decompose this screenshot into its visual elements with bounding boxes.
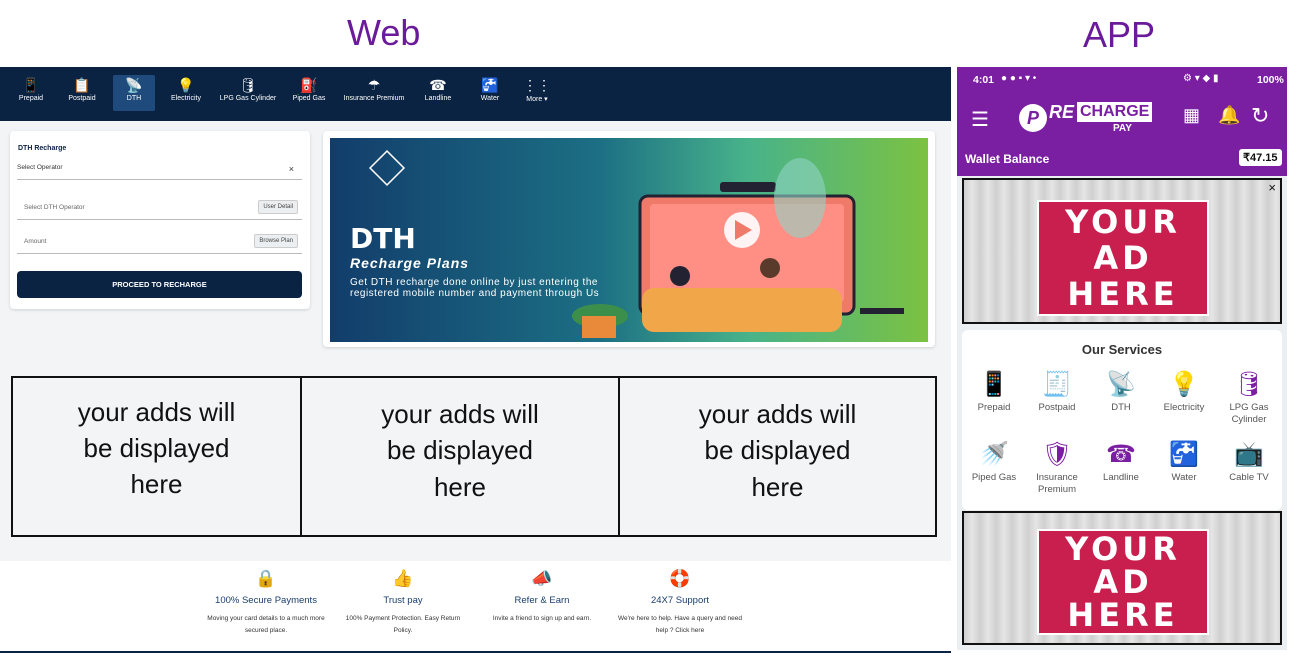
thumbs-up-icon: 👍	[392, 569, 414, 588]
service-prepaid[interactable]: 📱 Prepaid	[963, 368, 1025, 414]
satellite-dish-icon: 📡	[125, 77, 143, 93]
browse-plan-button[interactable]: Browse Plan	[254, 234, 298, 248]
banner-card: DTH Recharge Plans Get DTH recharge done…	[323, 131, 935, 347]
mobile-icon: 📱	[979, 371, 1009, 398]
gas-pipe-icon: 🚿	[979, 441, 1009, 468]
service-lpg[interactable]: 🛢 LPG Gas Cylinder	[1218, 368, 1280, 426]
app-header: ☰ P RE CHARGE PAY ▦ 🔔 ↻ Wallet Balance ₹…	[957, 94, 1287, 176]
bill-icon: 🧾	[1042, 371, 1072, 398]
banner-text: Get DTH recharge done online by just ent…	[350, 277, 600, 299]
nav-more[interactable]: ⋮⋮ More ▾	[520, 75, 554, 111]
nav-landline[interactable]: ☎ Landline	[420, 75, 456, 111]
footer-divider	[0, 651, 951, 653]
service-piped-gas[interactable]: 🚿 Piped Gas	[963, 438, 1025, 484]
nav-dth[interactable]: 📡 DTH	[113, 75, 155, 111]
ad-slot-1[interactable]: your adds will be displayed here	[13, 378, 302, 535]
battery-percent: 100%	[1257, 74, 1284, 86]
feature-support[interactable]: 🛟 24X7 Support We're here to help. Have …	[610, 569, 750, 637]
nav-prepaid[interactable]: 📱 Prepaid	[12, 75, 50, 111]
wallet-balance-label: Wallet Balance	[965, 152, 1050, 166]
mobile-icon: 📱	[22, 77, 40, 93]
status-bar: 4:01 ● ● ▪ ▾ • ⚙ ▾ ◆ ▮ 100%	[957, 67, 1287, 94]
grid-icon: ⋮⋮	[523, 77, 551, 93]
nav-piped-gas[interactable]: ⛽ Piped Gas	[290, 75, 328, 111]
banner-subtitle: Recharge Plans	[350, 255, 470, 271]
service-insurance[interactable]: 🛡 Insurance Premium	[1026, 438, 1088, 496]
dth-operator-field[interactable]: Select DTH Operator User Detail	[17, 199, 302, 220]
dth-recharge-form: DTH Recharge Select Operator × Select DT…	[10, 131, 310, 309]
refresh-icon[interactable]: ↻	[1251, 103, 1269, 129]
nav-electricity[interactable]: 💡 Electricity	[166, 75, 206, 111]
nav-postpaid[interactable]: 📋 Postpaid	[62, 75, 102, 111]
amount-field[interactable]: Amount Browse Plan	[17, 233, 302, 254]
web-screenshot: 📱 Prepaid 📋 Postpaid 📡 DTH 💡 Electricity 🛢 LP…	[0, 67, 951, 660]
tv-icon: 📺	[1234, 441, 1264, 468]
dth-banner: DTH Recharge Plans Get DTH recharge done…	[330, 138, 928, 342]
our-services-card: Our Services 📱 Prepaid 🧾 Postpaid 📡 DTH 💡 El…	[962, 330, 1282, 510]
gas-pipe-icon: ⛽	[300, 77, 318, 93]
bulb-icon: 💡	[177, 77, 195, 93]
lock-icon: 🔒	[255, 569, 277, 588]
hamburger-menu-icon[interactable]: ☰	[971, 107, 989, 132]
service-water[interactable]: 🚰 Water	[1153, 438, 1215, 484]
top-navbar: 📱 Prepaid 📋 Postpaid 📡 DTH 💡 Electricity 🛢 LP…	[0, 67, 951, 121]
app-heading: APP	[1083, 14, 1156, 55]
satellite-dish-icon: 📡	[1106, 371, 1136, 398]
form-title: DTH Recharge	[18, 145, 67, 152]
phone-icon: ☎	[1106, 441, 1136, 468]
clear-icon[interactable]: ×	[289, 164, 294, 174]
banner-title: DTH	[350, 222, 416, 255]
service-landline[interactable]: ☎ Landline	[1090, 438, 1152, 484]
ad-slot-2[interactable]: your adds will be displayed here	[302, 378, 620, 535]
app-ad-top[interactable]: × YOUR AD HERE	[962, 178, 1282, 324]
tap-icon: 🚰	[1169, 441, 1199, 468]
ad-slot-3[interactable]: your adds will be displayed here	[620, 378, 935, 535]
bill-icon: 📋	[73, 77, 91, 93]
close-icon[interactable]: ×	[1268, 180, 1276, 195]
gas-cylinder-icon: 🛢	[239, 77, 257, 93]
nav-water[interactable]: 🚰 Water	[474, 75, 506, 111]
phone-icon: ☎	[429, 77, 447, 93]
feature-trust-pay: 👍 Trust pay 100% Payment Protection. Eas…	[333, 569, 473, 637]
app-screenshot: 4:01 ● ● ▪ ▾ • ⚙ ▾ ◆ ▮ 100% ☰ P RE CHARG…	[957, 67, 1287, 650]
services-title: Our Services	[1081, 342, 1163, 357]
app-ad-bottom[interactable]: YOUR AD HERE	[962, 511, 1282, 645]
lifebuoy-icon: 🛟	[669, 569, 691, 588]
service-cable-tv[interactable]: 📺 Cable TV	[1218, 438, 1280, 484]
notification-icons: ● ● ▪ ▾ •	[1001, 73, 1037, 84]
proceed-to-recharge-button[interactable]: PROCEED TO RECHARGE	[17, 271, 302, 298]
recharge-pay-logo: P RE CHARGE PAY	[1019, 102, 1153, 136]
megaphone-icon: 📣	[531, 569, 553, 588]
bell-icon[interactable]: 🔔	[1218, 105, 1240, 126]
select-operator-dropdown[interactable]: Select Operator ×	[17, 163, 302, 180]
service-dth[interactable]: 📡 DTH	[1090, 368, 1152, 414]
user-detail-button[interactable]: User Detail	[258, 200, 298, 214]
tap-icon: 🚰	[481, 77, 499, 93]
shield-icon: 🛡	[1041, 441, 1073, 468]
ad-slots: your adds will be displayed here your ad…	[11, 376, 937, 537]
web-heading: Web	[347, 12, 421, 53]
bulb-icon: 💡	[1169, 371, 1199, 398]
nav-lpg[interactable]: 🛢 LPG Gas Cylinder	[218, 75, 278, 111]
umbrella-icon: ☂	[367, 77, 381, 93]
wallet-balance-amount[interactable]: ₹47.15	[1239, 149, 1282, 166]
banner-illustration	[368, 149, 904, 338]
signal-icons: ⚙ ▾ ◆ ▮	[1183, 73, 1219, 84]
feature-refer-earn: 📣 Refer & Earn Invite a friend to sign u…	[472, 569, 612, 625]
service-postpaid[interactable]: 🧾 Postpaid	[1026, 368, 1088, 414]
service-electricity[interactable]: 💡 Electricity	[1153, 368, 1215, 414]
features-strip: 🔒 100% Secure Payments Moving your card …	[0, 561, 951, 660]
gift-icon[interactable]: ▦	[1183, 105, 1200, 126]
nav-insurance[interactable]: ☂ Insurance Premium	[340, 75, 408, 111]
status-time: 4:01	[973, 74, 995, 86]
gas-cylinder-icon: 🛢	[1233, 371, 1265, 398]
feature-secure-payments: 🔒 100% Secure Payments Moving your card …	[196, 569, 336, 637]
